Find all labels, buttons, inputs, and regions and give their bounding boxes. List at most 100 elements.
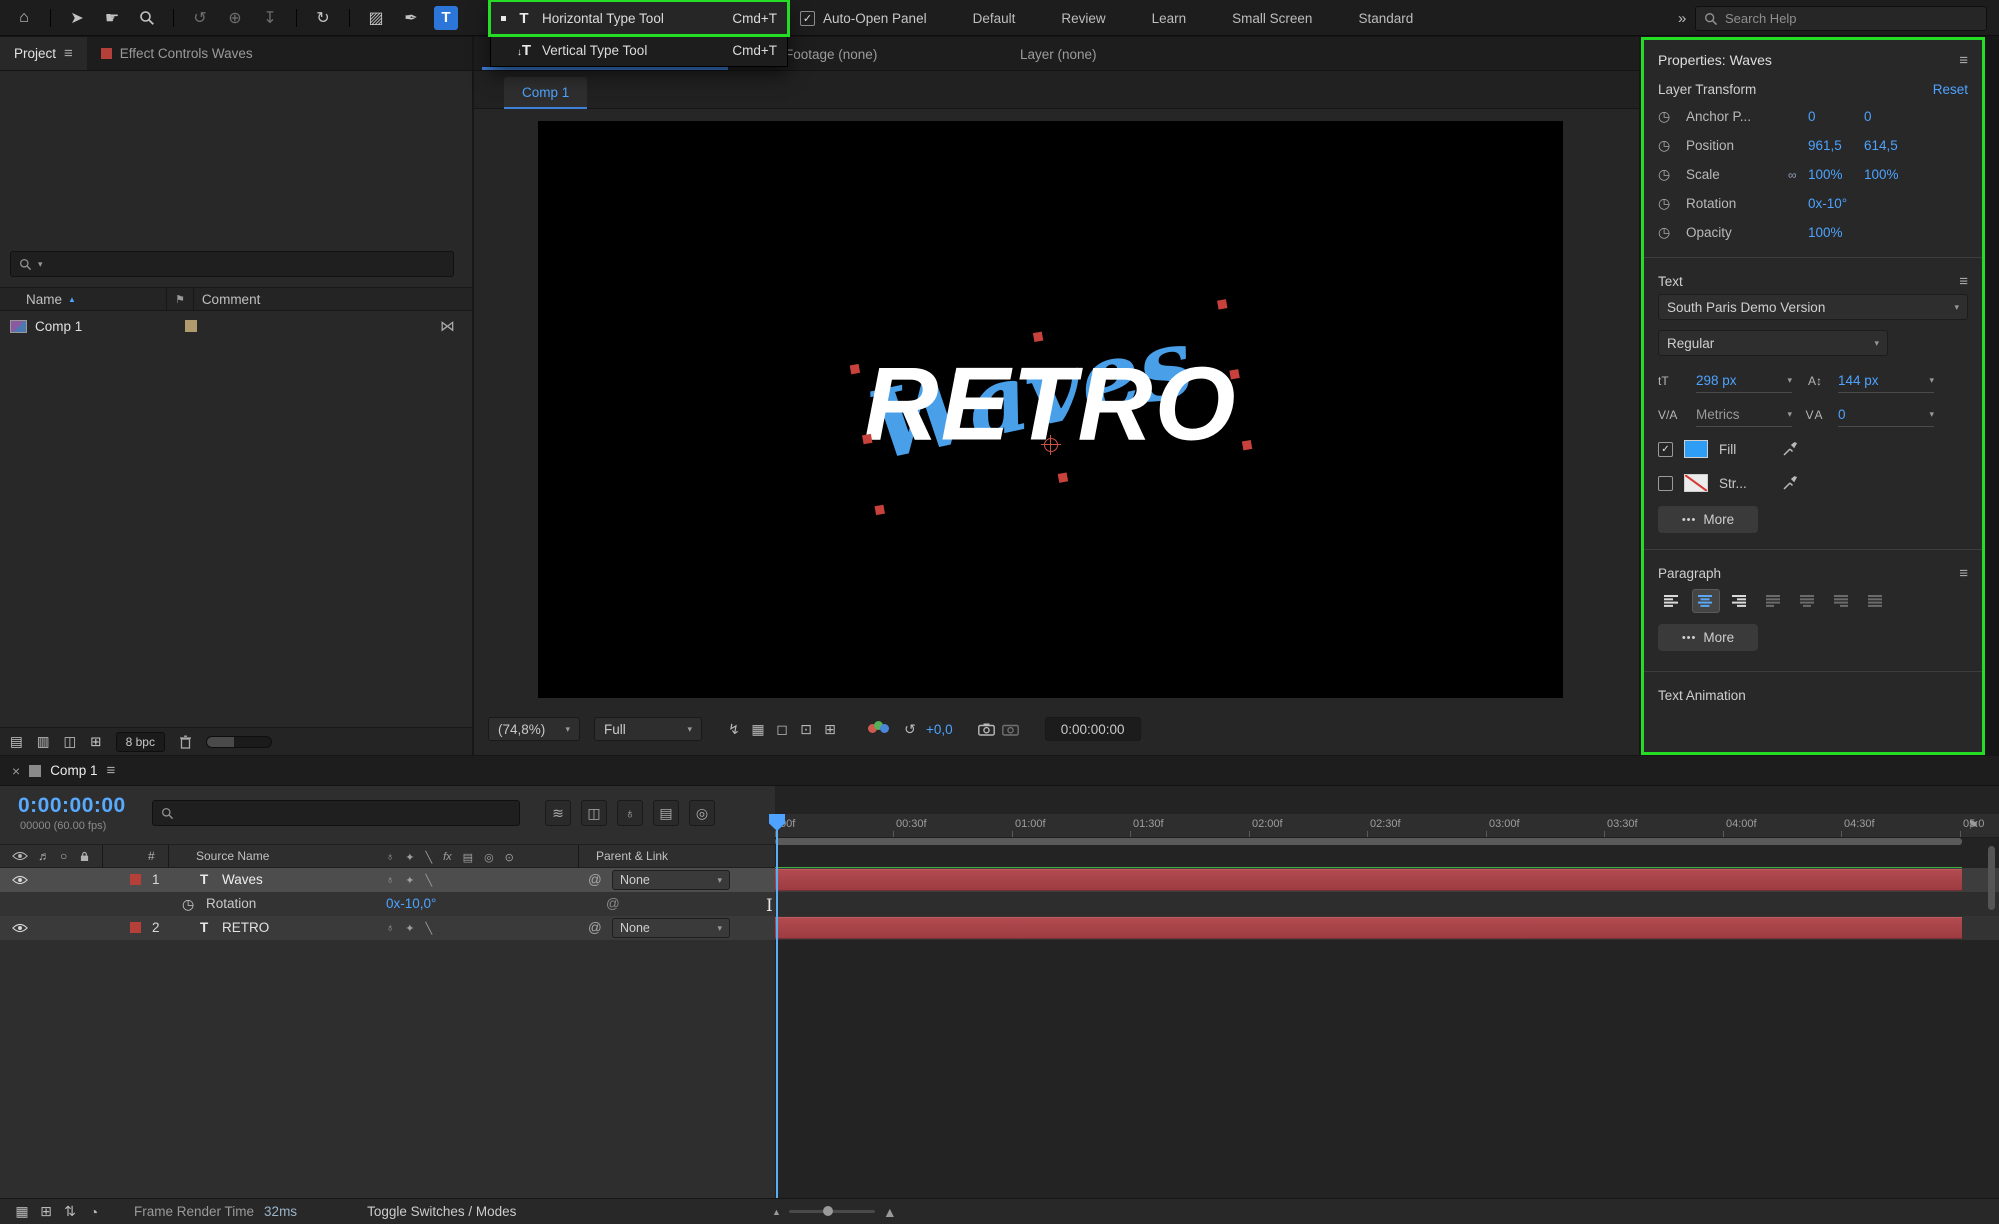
selection-handle[interactable] <box>1229 369 1239 379</box>
channel-color-icon[interactable] <box>868 721 890 737</box>
parent-dropdown[interactable]: None ▾ <box>612 918 730 938</box>
preview-time-display[interactable]: 0:00:00:00 <box>1045 717 1141 741</box>
layer-duration-bar-retro[interactable] <box>775 917 1962 939</box>
auto-open-panel-toggle[interactable]: ✓ Auto-Open Panel <box>800 11 927 26</box>
pickwhip-icon[interactable]: @ <box>588 872 602 887</box>
stopwatch-icon[interactable]: ◷ <box>1658 195 1686 212</box>
list-view-icon[interactable]: ▤ <box>10 734 23 750</box>
stroke-eyedropper-icon[interactable] <box>1783 476 1797 490</box>
shy-switch-icon[interactable]: ♁ <box>386 874 394 886</box>
timeline-comp-tab[interactable]: Comp 1 <box>50 763 97 778</box>
workspace-learn[interactable]: Learn <box>1152 11 1187 26</box>
selection-handle[interactable] <box>1217 299 1227 309</box>
am-features-icon[interactable]: ◔ <box>82 1200 106 1224</box>
fill-color-swatch[interactable] <box>1685 441 1707 457</box>
menu-item-vertical-type-tool[interactable]: ↓T Vertical Type Tool Cmd+T <box>491 34 787 66</box>
reset-exposure-icon[interactable]: ↺ <box>898 717 922 741</box>
selection-handle[interactable] <box>1057 472 1067 482</box>
pickwhip-icon[interactable]: @ <box>606 896 620 911</box>
workspace-overflow-icon[interactable]: » <box>1678 0 1686 36</box>
anchor-point-target[interactable] <box>1044 438 1058 452</box>
selection-handle[interactable] <box>1032 331 1042 341</box>
proxy-icon[interactable]: ◫ <box>64 734 77 750</box>
column-source-name-label[interactable]: Source Name <box>196 849 269 863</box>
exposure-value[interactable]: +0,0 <box>926 722 953 737</box>
anchor-y-value[interactable]: 0 <box>1864 109 1920 124</box>
transparency-grid-icon[interactable]: ▦ <box>746 717 770 741</box>
expand-switches-icon[interactable]: ⊞ <box>34 1200 58 1224</box>
label-column-icon[interactable]: ⚑ <box>175 293 185 306</box>
selection-handle[interactable] <box>849 363 859 373</box>
eye-toggle-icon[interactable] <box>12 875 28 885</box>
workspace-default[interactable]: Default <box>973 11 1016 26</box>
fast-preview-icon[interactable]: ↯ <box>722 717 746 741</box>
current-time-display[interactable]: 0:00:00:00 <box>18 794 126 818</box>
mini-flowchart-icon[interactable]: ≋ <box>545 800 571 826</box>
comp-crumb-tab[interactable]: Comp 1 <box>504 77 587 109</box>
rotation-value[interactable]: 0x-10° <box>1808 196 1864 211</box>
column-comment-label[interactable]: Comment <box>202 292 261 307</box>
column-parent-link-label[interactable]: Parent & Link <box>596 849 668 863</box>
font-family-dropdown[interactable]: South Paris Demo Version ▾ <box>1658 294 1968 320</box>
draft-3d-icon[interactable]: ◫ <box>581 800 607 826</box>
stopwatch-icon[interactable]: ◷ <box>1658 224 1686 241</box>
project-search-input[interactable] <box>49 257 445 272</box>
layer-row-waves[interactable]: 1 T Waves ♁ ✦ ╲ @ None ▾ <box>0 868 775 892</box>
marker-bin-icon[interactable]: ⚑ <box>1968 818 1979 832</box>
kerning-dropdown[interactable]: Metrics ▾ <box>1696 403 1792 427</box>
workspace-small-screen[interactable]: Small Screen <box>1232 11 1312 26</box>
shape-tool-icon[interactable]: ▨ <box>364 6 388 30</box>
stroke-color-swatch[interactable] <box>1685 475 1707 491</box>
parent-dropdown[interactable]: None ▾ <box>612 870 730 890</box>
label-color-chip[interactable] <box>185 320 197 332</box>
tab-footage[interactable]: Footage (none) <box>785 37 877 71</box>
show-snapshot-icon[interactable] <box>999 717 1023 741</box>
selection-handle[interactable] <box>1241 439 1251 449</box>
mask-visibility-icon[interactable]: ◻ <box>770 717 794 741</box>
tracking-dropdown[interactable]: 0 ▾ <box>1838 403 1934 427</box>
layer-name[interactable]: Waves <box>222 872 263 887</box>
collapse-switch-icon[interactable]: ✦ <box>405 922 414 935</box>
font-style-dropdown[interactable]: Regular ▾ <box>1658 330 1888 356</box>
paragraph-more-button[interactable]: ••• More <box>1658 624 1758 651</box>
hand-tool-icon[interactable]: ☛ <box>100 6 124 30</box>
snapshot-camera-icon[interactable] <box>975 717 999 741</box>
hide-shy-icon[interactable]: ♁ <box>617 800 643 826</box>
home-icon[interactable]: ⌂ <box>12 6 36 30</box>
align-center-button[interactable] <box>1692 589 1720 613</box>
timeline-search-box[interactable] <box>152 800 520 826</box>
rotation-property-value[interactable]: 0x-10,0° <box>386 896 436 911</box>
quality-switch-icon[interactable]: ╲ <box>425 874 432 887</box>
motion-blur-icon[interactable]: ◎ <box>689 800 715 826</box>
menu-item-horizontal-type-tool[interactable]: T Horizontal Type Tool Cmd+T <box>491 2 787 34</box>
time-ruler[interactable]: 00f 00:30f 01:00f 01:30f 02:00f 02:30f 0… <box>775 814 1999 838</box>
section-menu-icon[interactable]: ≡ <box>1959 565 1968 582</box>
trash-icon[interactable] <box>179 735 192 749</box>
position-y-value[interactable]: 614,5 <box>1864 138 1920 153</box>
justify-last-right-button[interactable] <box>1828 589 1856 613</box>
tab-layer[interactable]: Layer (none) <box>1020 37 1097 71</box>
rotation-tool-icon[interactable]: ↻ <box>311 6 335 30</box>
view-options-icon[interactable]: ⊞ <box>818 717 842 741</box>
stroke-checkbox[interactable] <box>1658 476 1673 491</box>
layer-row-retro[interactable]: 2 T RETRO ♁ ✦ ╲ @ None ▾ <box>0 916 775 940</box>
tab-effect-controls[interactable]: Effect Controls Waves <box>87 37 267 70</box>
align-right-button[interactable] <box>1726 589 1754 613</box>
selection-handle[interactable] <box>862 433 872 443</box>
work-area-bar[interactable] <box>775 838 1962 845</box>
pen-tool-icon[interactable]: ✒ <box>399 6 423 30</box>
project-bit-depth[interactable]: 8 bpc <box>116 732 165 752</box>
justify-last-center-button[interactable] <box>1794 589 1822 613</box>
help-search-box[interactable] <box>1695 6 1987 31</box>
layer-color-chip[interactable] <box>130 922 141 933</box>
fill-checkbox[interactable]: ✓ <box>1658 442 1673 457</box>
timeline-search-input[interactable] <box>180 806 511 821</box>
font-size-dropdown[interactable]: 298 px ▾ <box>1696 369 1792 393</box>
column-name-label[interactable]: Name <box>26 292 62 307</box>
panel-menu-icon[interactable]: ≡ <box>1959 52 1968 69</box>
stopwatch-icon[interactable]: ◷ <box>182 896 194 913</box>
panel-menu-icon[interactable]: ≡ <box>106 762 115 779</box>
section-menu-icon[interactable]: ≡ <box>1959 273 1968 290</box>
scale-y-value[interactable]: 100% <box>1864 167 1920 182</box>
region-of-interest-icon[interactable]: ⊡ <box>794 717 818 741</box>
